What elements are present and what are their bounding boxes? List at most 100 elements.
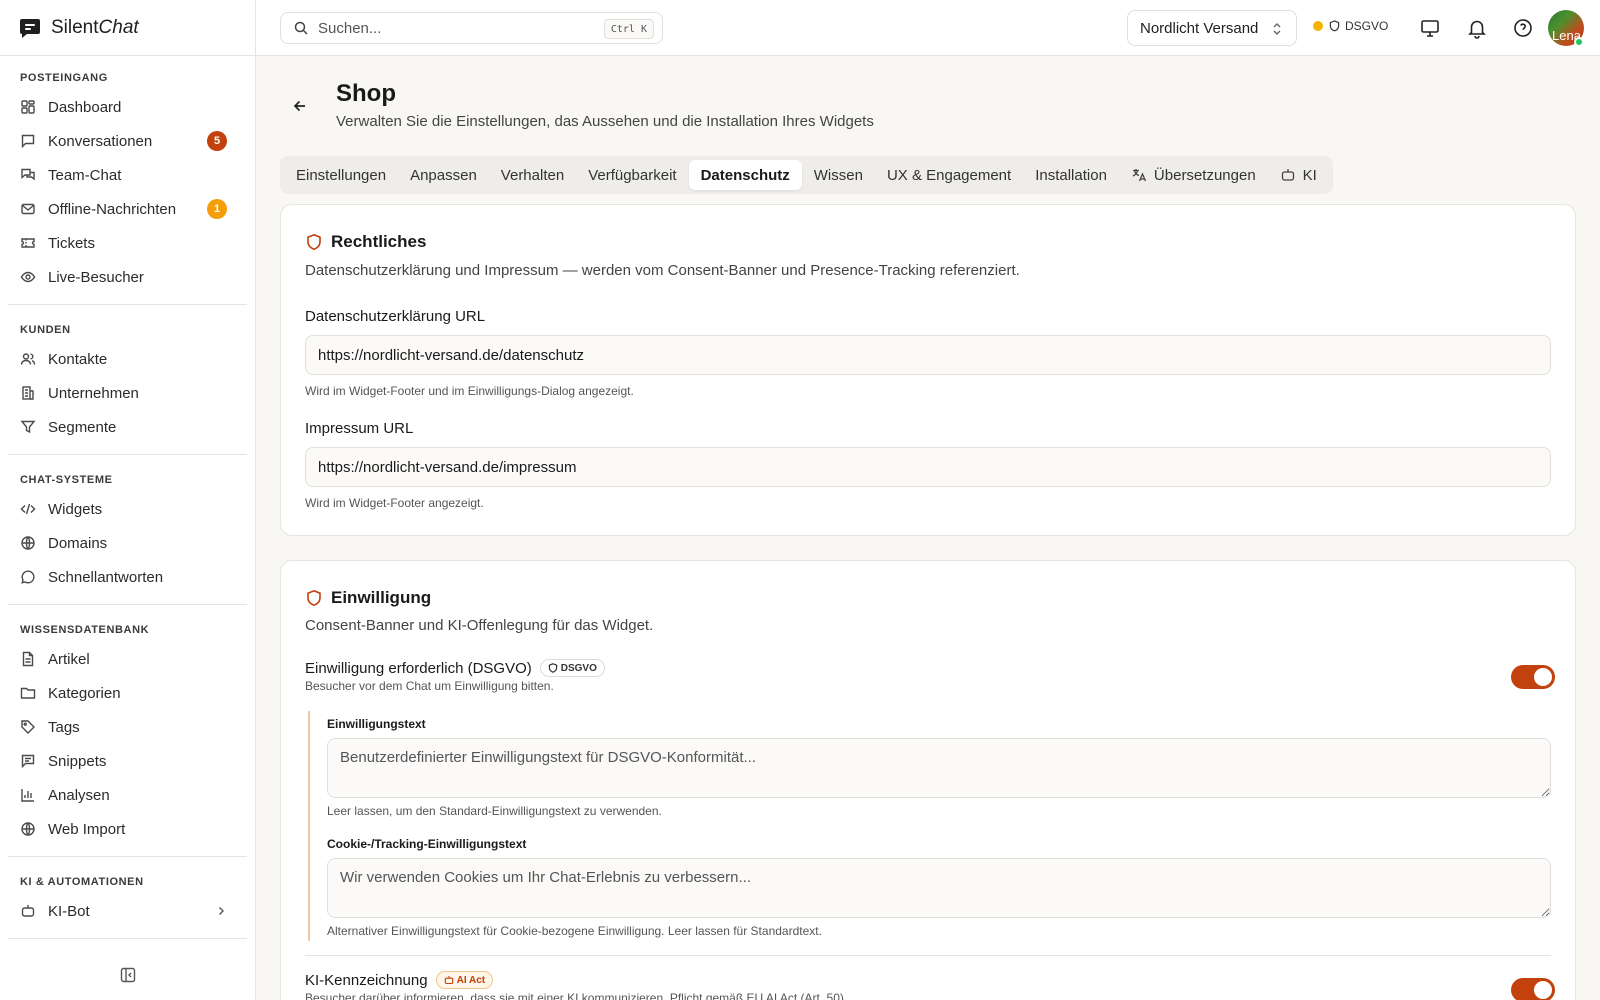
code-icon xyxy=(20,503,36,515)
search-input[interactable]: Suchen... Ctrl K xyxy=(280,12,663,44)
consent-text-help: Leer lassen, um den Standard-Einwilligun… xyxy=(327,804,662,818)
nav-section-title: WISSENSDATENBANK xyxy=(20,624,150,636)
cookie-text-input[interactable] xyxy=(327,858,1551,918)
sidebar-item-label: Konversationen xyxy=(48,132,153,150)
imprint-url-label: Impressum URL xyxy=(305,420,414,437)
tab-uebersetzungen[interactable]: Übersetzungen xyxy=(1119,160,1268,190)
sidebar-item-live-besucher[interactable]: Live-Besucher xyxy=(8,260,247,294)
sidebar-item-label: Widgets xyxy=(48,500,103,518)
sidebar-collapse-icon[interactable] xyxy=(119,966,137,984)
search-shortcut: Ctrl K xyxy=(603,19,654,39)
search-icon xyxy=(294,21,308,35)
sidebar-item-label: Snippets xyxy=(48,752,107,770)
message-circle-icon xyxy=(21,570,35,584)
chevron-right-icon xyxy=(219,907,224,915)
globe-icon xyxy=(21,822,35,836)
bot-icon xyxy=(1281,169,1294,181)
privacy-url-input[interactable] xyxy=(305,335,1551,375)
tab-ux-engagement[interactable]: UX & Engagement xyxy=(875,160,1023,190)
monitor-icon[interactable] xyxy=(1419,17,1441,39)
sidebar-item-dashboard[interactable]: Dashboard xyxy=(8,90,247,124)
consent-text-label: Einwilligungstext xyxy=(327,717,426,731)
consent-required-row: Einwilligung erforderlich (DSGVO) DSGVO xyxy=(305,659,605,677)
sidebar-item-analysen[interactable]: Analysen xyxy=(8,778,247,812)
tab-verfuegbarkeit[interactable]: Verfügbarkeit xyxy=(576,160,688,190)
cookie-text-label: Cookie-/Tracking-Einwilligungstext xyxy=(327,837,527,851)
tab-datenschutz[interactable]: Datenschutz xyxy=(688,160,802,190)
shield-icon xyxy=(307,589,321,607)
mail-icon xyxy=(21,203,35,215)
tab-installation[interactable]: Installation xyxy=(1023,160,1119,190)
logo-icon xyxy=(20,18,40,38)
nav-section-ki-automationen: KI & AUTOMATIONEN KI-Bot xyxy=(8,857,247,939)
tab-verhalten[interactable]: Verhalten xyxy=(489,160,576,190)
sidebar-item-kategorien[interactable]: Kategorien xyxy=(8,676,247,710)
help-icon[interactable] xyxy=(1512,17,1534,39)
sidebar-item-segmente[interactable]: Segmente xyxy=(8,410,247,444)
privacy-url-help: Wird im Widget-Footer und im Einwilligun… xyxy=(305,384,634,398)
sidebar-item-label: KI-Bot xyxy=(48,902,90,920)
badge-label: DSGVO xyxy=(560,662,597,674)
sidebar-item-unternehmen[interactable]: Unternehmen xyxy=(8,376,247,410)
sidebar-item-snippets[interactable]: Snippets xyxy=(8,744,247,778)
shield-icon xyxy=(307,233,321,251)
org-switcher[interactable]: Nordlicht Versand xyxy=(1127,10,1297,46)
ai-disclosure-sub: Besucher darüber informieren, dass sie m… xyxy=(305,991,848,1000)
tab-anpassen[interactable]: Anpassen xyxy=(398,160,489,190)
globe-icon xyxy=(21,536,35,550)
bell-icon[interactable] xyxy=(1466,17,1488,39)
sidebar-item-tickets[interactable]: Tickets xyxy=(8,226,247,260)
section-divider xyxy=(305,955,1551,956)
ai-act-badge: AI Act xyxy=(435,971,494,989)
sidebar-item-label: Domains xyxy=(48,534,108,552)
shield-icon xyxy=(548,663,557,673)
sidebar-item-tags[interactable]: Tags xyxy=(8,710,247,744)
tab-label: Verfügbarkeit xyxy=(588,166,677,184)
sidebar-item-label: Segmente xyxy=(48,418,117,436)
sidebar-item-ki-bot[interactable]: KI-Bot xyxy=(8,894,247,928)
tab-ki[interactable]: KI xyxy=(1268,160,1329,190)
page-subtitle: Verwalten Sie die Einstellungen, das Aus… xyxy=(336,113,874,130)
tab-label: Einstellungen xyxy=(296,166,387,184)
ticket-icon xyxy=(21,238,35,248)
tab-label: Wissen xyxy=(813,166,863,184)
sidebar-item-kontakte[interactable]: Kontakte xyxy=(8,342,247,376)
snippet-icon xyxy=(21,754,35,769)
sidebar-item-artikel[interactable]: Artikel xyxy=(8,642,247,676)
nav-section-title: CHAT-SYSTEME xyxy=(20,474,113,486)
users-icon xyxy=(20,353,36,365)
folder-icon xyxy=(20,687,36,699)
sidebar-item-label: Analysen xyxy=(48,786,110,804)
imprint-url-input[interactable] xyxy=(305,447,1551,487)
tab-wissen[interactable]: Wissen xyxy=(802,160,875,190)
legal-description: Datenschutzerklärung und Impressum — wer… xyxy=(305,262,1020,279)
app-logo[interactable]: SilentChat xyxy=(0,0,255,56)
sidebar-item-offline-nachrichten[interactable]: Offline-Nachrichten 1 xyxy=(8,192,247,226)
sidebar-item-team-chat[interactable]: Team-Chat xyxy=(8,158,247,192)
consent-title: Einwilligung xyxy=(331,588,432,607)
sidebar-item-web-import[interactable]: Web Import xyxy=(8,812,247,846)
back-arrow-icon[interactable] xyxy=(291,97,309,115)
ai-disclosure-toggle[interactable] xyxy=(1511,978,1555,1000)
badge-label: AI Act xyxy=(456,974,486,986)
sidebar-item-konversationen[interactable]: Konversationen 5 xyxy=(8,124,247,158)
sidebar-item-label: Tickets xyxy=(48,234,95,252)
consent-card: Einwilligung Consent-Banner und KI-Offen… xyxy=(280,560,1576,1000)
tag-icon xyxy=(21,720,35,734)
org-name: Nordlicht Versand xyxy=(1140,19,1259,37)
tab-label: Verhalten xyxy=(500,166,565,184)
sidebar-item-label: Schnellantworten xyxy=(48,568,164,586)
dashboard-icon xyxy=(21,100,35,114)
tab-label: KI xyxy=(1302,166,1317,184)
shield-icon xyxy=(1329,20,1340,32)
sidebar-item-widgets[interactable]: Widgets xyxy=(8,492,247,526)
sidebar-item-domains[interactable]: Domains xyxy=(8,526,247,560)
sidebar-item-schnellantworten[interactable]: Schnellantworten xyxy=(8,560,247,594)
consent-required-toggle[interactable] xyxy=(1511,665,1555,689)
tab-einstellungen[interactable]: Einstellungen xyxy=(284,160,398,190)
bar-chart-icon xyxy=(21,789,34,802)
compliance-status[interactable]: DSGVO xyxy=(1313,19,1388,33)
consent-heading: Einwilligung xyxy=(305,588,431,608)
unread-badge: 5 xyxy=(207,131,227,151)
consent-text-input[interactable] xyxy=(327,738,1551,798)
